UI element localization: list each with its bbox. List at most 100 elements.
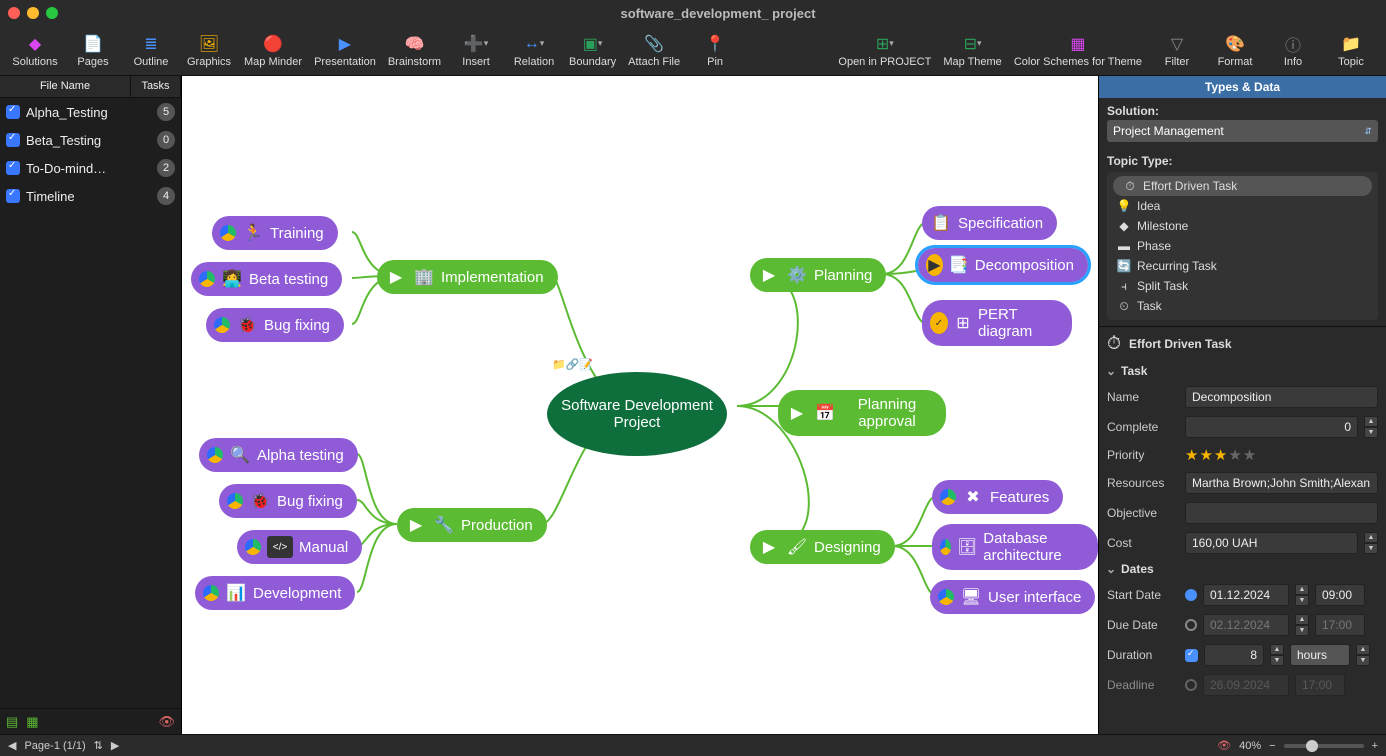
mindmap-canvas[interactable]: 📁🔗📝 Software Development Project ▶ 🏢 Imp…: [182, 76, 1098, 734]
topic-bug-fixing-2[interactable]: 🐞 Bug fixing: [219, 484, 357, 518]
start-date-stepper[interactable]: ▲▼: [1295, 584, 1309, 606]
topic-pert[interactable]: ✓ ⊞ PERT diagram: [922, 300, 1072, 346]
deadline-time-input[interactable]: 17:00: [1295, 674, 1345, 696]
topic-db-arch[interactable]: 🗄 Database architecture: [932, 524, 1098, 570]
file-row[interactable]: To-Do-mind…2: [0, 154, 181, 182]
tool-brainstorm[interactable]: 🧠Brainstorm: [382, 28, 447, 74]
start-time-input[interactable]: 09:00: [1315, 584, 1365, 606]
brainstorm-icon: 🧠: [404, 34, 424, 54]
duration-checkbox[interactable]: [1185, 649, 1198, 662]
eye-icon[interactable]: 👁: [1217, 739, 1231, 752]
tool-map-theme[interactable]: ⊟ ▾Map Theme: [937, 28, 1008, 74]
tool-info[interactable]: ⓘInfo: [1264, 28, 1322, 74]
view-icon-1[interactable]: ▤: [6, 714, 18, 730]
topic-bug-fixing-1[interactable]: 🐞 Bug fixing: [206, 308, 344, 342]
duration-unit-select[interactable]: hours: [1290, 644, 1350, 666]
page-indicator[interactable]: Page-1 (1/1): [24, 740, 85, 752]
resources-input[interactable]: Martha Brown;John Smith;Alexan: [1185, 472, 1378, 494]
type-recurring-task[interactable]: 🔄Recurring Task: [1107, 256, 1378, 276]
solution-select[interactable]: Project Management: [1107, 120, 1378, 142]
task-section-head[interactable]: Task: [1099, 360, 1386, 382]
tool-open-in-project[interactable]: ⊞ ▾Open in PROJECT: [832, 28, 937, 74]
type-split-task[interactable]: ⫞Split Task: [1107, 276, 1378, 296]
tool-solutions[interactable]: ◆Solutions: [6, 28, 64, 74]
page-stepper[interactable]: ⇅: [94, 739, 103, 752]
tool-relation[interactable]: ↔ ▾Relation: [505, 28, 563, 74]
duration-unit-stepper[interactable]: ▲▼: [1356, 644, 1370, 666]
branch-designing[interactable]: ▶ 🖌 Designing: [750, 530, 895, 564]
zoom-in-icon[interactable]: +: [1372, 740, 1378, 752]
file-row[interactable]: Timeline4: [0, 182, 181, 210]
tool-pages[interactable]: 📄Pages: [64, 28, 122, 74]
type-milestone[interactable]: ◆Milestone: [1107, 216, 1378, 236]
topic-development[interactable]: 📊 Development: [195, 576, 355, 610]
tool-format[interactable]: 🎨Format: [1206, 28, 1264, 74]
objective-input[interactable]: [1185, 502, 1378, 524]
close-icon[interactable]: [8, 7, 20, 19]
file-checkbox[interactable]: [6, 161, 20, 175]
type-task[interactable]: ⏲Task: [1107, 296, 1378, 316]
branch-approval[interactable]: ▶ 📅 Planning approval: [778, 390, 946, 436]
topic-training[interactable]: 🏃 Training: [212, 216, 338, 250]
tool-boundary[interactable]: ▣ ▾Boundary: [563, 28, 622, 74]
center-topic[interactable]: Software Development Project: [547, 372, 727, 456]
tool-map-minder[interactable]: 🔴Map Minder: [238, 28, 308, 74]
col-tasks[interactable]: Tasks: [131, 76, 181, 97]
eye-icon[interactable]: 👁: [158, 714, 175, 730]
cost-input[interactable]: 160,00 UAH: [1185, 532, 1358, 554]
start-radio[interactable]: [1185, 589, 1197, 601]
tool-presentation[interactable]: ▶Presentation: [308, 28, 382, 74]
zoom-out-icon[interactable]: −: [1269, 740, 1275, 752]
tool-attach-file[interactable]: 📎Attach File: [622, 28, 686, 74]
topic-specification[interactable]: 📋 Specification: [922, 206, 1057, 240]
file-row[interactable]: Alpha_Testing5: [0, 98, 181, 126]
tool-topic[interactable]: 📁Topic: [1322, 28, 1380, 74]
type-effort-driven-task[interactable]: ⏱Effort Driven Task: [1113, 176, 1372, 196]
cost-stepper[interactable]: ▲▼: [1364, 532, 1378, 554]
priority-stars[interactable]: ★★★★★: [1185, 446, 1257, 464]
view-icon-2[interactable]: ▦: [26, 714, 38, 730]
topic-manual[interactable]: </> Manual: [237, 530, 362, 564]
type-label: Idea: [1137, 199, 1160, 213]
col-filename[interactable]: File Name: [0, 76, 131, 97]
complete-stepper[interactable]: ▲▼: [1364, 416, 1378, 438]
name-input[interactable]: Decomposition: [1185, 386, 1378, 408]
file-checkbox[interactable]: [6, 189, 20, 203]
branch-production[interactable]: ▶ 🔧 Production: [397, 508, 547, 542]
branch-planning[interactable]: ▶ ⚙️ Planning: [750, 258, 886, 292]
topic-features[interactable]: ✖ Features: [932, 480, 1063, 514]
duration-stepper[interactable]: ▲▼: [1270, 644, 1284, 666]
tool-graphics[interactable]: 🖼Graphics: [180, 28, 238, 74]
topic-ui[interactable]: 🖥 User interface: [930, 580, 1095, 614]
tool-pin[interactable]: 📍Pin: [686, 28, 744, 74]
dates-section-head[interactable]: Dates: [1099, 558, 1386, 580]
file-row[interactable]: Beta_Testing0: [0, 126, 181, 154]
deadline-date-input[interactable]: 26.09.2024: [1203, 674, 1289, 696]
deadline-radio[interactable]: [1185, 679, 1197, 691]
due-date-stepper[interactable]: ▲▼: [1295, 614, 1309, 636]
file-checkbox[interactable]: [6, 133, 20, 147]
next-page-icon[interactable]: ▶: [111, 739, 119, 752]
zoom-slider[interactable]: [1284, 744, 1364, 748]
type-phase[interactable]: ▬Phase: [1107, 236, 1378, 256]
topic-alpha-testing[interactable]: 🔍 Alpha testing: [199, 438, 358, 472]
topic-beta-testing[interactable]: 👩‍💻 Beta testing: [191, 262, 342, 296]
due-date-input[interactable]: 02.12.2024: [1203, 614, 1289, 636]
tool-outline[interactable]: ≣Outline: [122, 28, 180, 74]
due-time-input[interactable]: 17:00: [1315, 614, 1365, 636]
complete-input[interactable]: 0: [1185, 416, 1358, 438]
duration-input[interactable]: 8: [1204, 644, 1264, 666]
branch-implementation[interactable]: ▶ 🏢 Implementation: [377, 260, 558, 294]
topic-decomposition[interactable]: ▶ 📑 Decomposition: [918, 248, 1088, 282]
type-idea[interactable]: 💡Idea: [1107, 196, 1378, 216]
due-radio[interactable]: [1185, 619, 1197, 631]
file-checkbox[interactable]: [6, 105, 20, 119]
database-icon: 🗄: [957, 536, 977, 558]
zoom-icon[interactable]: [46, 7, 58, 19]
tool-color-schemes-for-theme[interactable]: ▦Color Schemes for Theme: [1008, 28, 1148, 74]
prev-page-icon[interactable]: ◀: [8, 739, 16, 752]
tool-insert[interactable]: ➕ ▾Insert: [447, 28, 505, 74]
start-date-input[interactable]: 01.12.2024: [1203, 584, 1289, 606]
tool-filter[interactable]: ▽Filter: [1148, 28, 1206, 74]
minimize-icon[interactable]: [27, 7, 39, 19]
